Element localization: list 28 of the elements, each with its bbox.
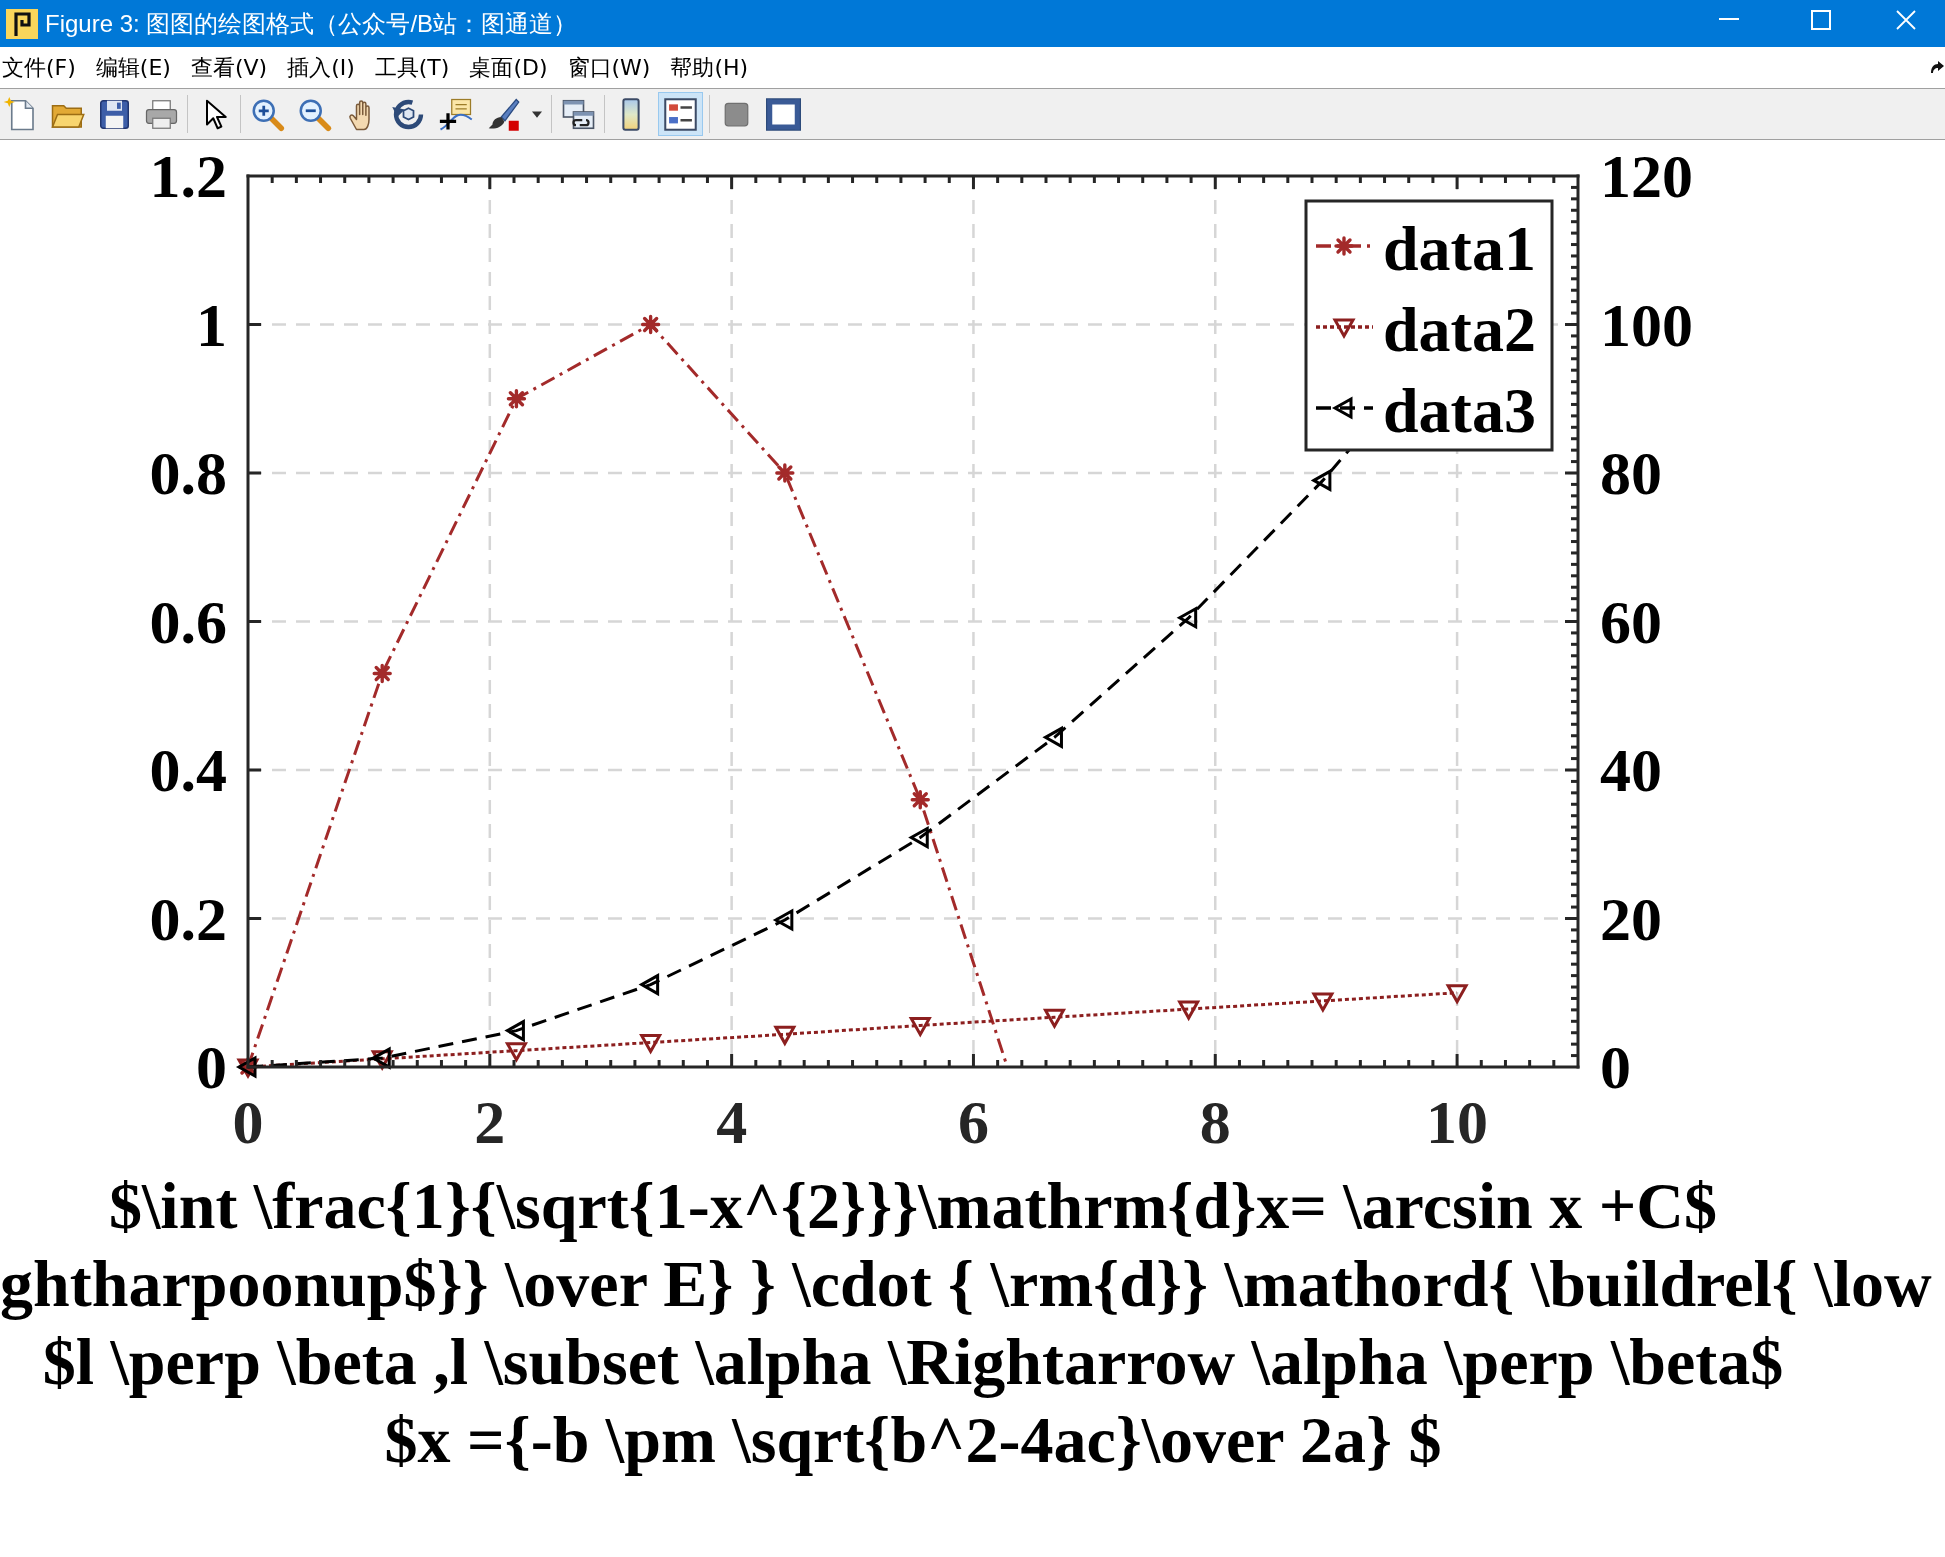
tick-label: 0	[232, 1088, 264, 1156]
legend-label: data3	[1383, 375, 1536, 446]
window-title: Figure 3: 图图的绘图格式（公众号/B站：图通道）	[45, 8, 578, 39]
formula-text: $\int \frac{1}{\sqrt{1-x^{2}}}\mathrm{d}x= \arcsin x +C$	[109, 1168, 1717, 1244]
tick-label: 1	[196, 290, 227, 359]
tick-label: 0	[196, 1033, 227, 1101]
legend-label: data2	[1383, 294, 1536, 365]
tick-label: 6	[957, 1088, 989, 1156]
formula-text: $l \perp \beta ,l \subset \alpha \Rightarrow \alpha \perp \beta$	[42, 1324, 1784, 1400]
tick-label: 0.4	[149, 736, 227, 804]
formula-text: $x ={-b \pm \sqrt{b^2-4ac}\over 2a} $	[384, 1402, 1442, 1478]
tick-label: 4	[716, 1088, 748, 1156]
tick-label: 2	[474, 1088, 506, 1156]
tick-label: 0.2	[149, 884, 227, 953]
legend-label: data1	[1383, 213, 1536, 284]
tick-label: 0.6	[149, 587, 227, 656]
tick-label: 8	[1199, 1088, 1231, 1156]
tick-label: 20	[1600, 884, 1662, 953]
tick-label: 40	[1600, 736, 1662, 804]
tick-label: 100	[1600, 290, 1693, 359]
tick-label: 0.8	[149, 439, 227, 507]
tick-label: 0	[1600, 1033, 1631, 1101]
tick-label: 1.2	[149, 142, 227, 210]
tick-label: 120	[1600, 142, 1693, 210]
tick-label: 80	[1600, 439, 1662, 507]
formula-text: ghtharpoonup$}} \over E} } \cdot { \rm{d}} \mathord{ \buildrel{ \low	[0, 1246, 1932, 1322]
tick-label: 60	[1600, 587, 1662, 656]
tick-label: 10	[1426, 1088, 1489, 1156]
